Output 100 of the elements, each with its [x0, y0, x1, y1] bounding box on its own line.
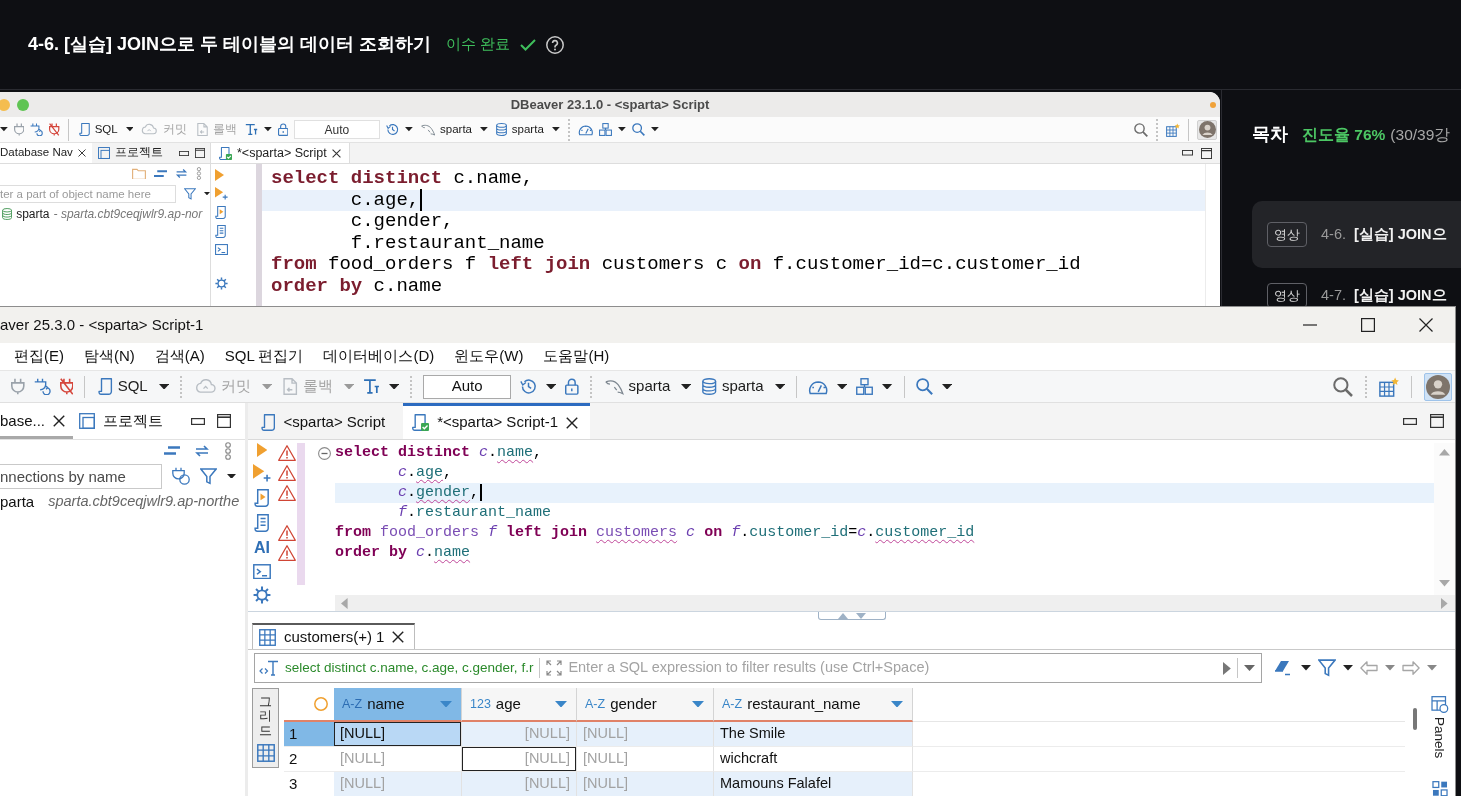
more-icon[interactable]	[223, 442, 232, 460]
column-header[interactable]: 123 age	[462, 688, 577, 722]
text-format-icon[interactable]	[244, 123, 258, 136]
caret-icon[interactable]	[774, 383, 785, 390]
plug-icon[interactable]	[172, 467, 190, 485]
plug-icon[interactable]	[11, 378, 25, 395]
caret-icon[interactable]	[618, 127, 626, 132]
profile-button[interactable]	[1424, 372, 1452, 401]
run-plus-icon[interactable]	[215, 187, 228, 200]
lock-icon[interactable]	[565, 378, 579, 395]
caret-icon[interactable]	[1343, 665, 1353, 671]
column-header[interactable]: A-Z gender	[577, 688, 714, 722]
filter-icon[interactable]	[200, 467, 217, 485]
script-run-icon[interactable]	[215, 206, 227, 219]
filter-field[interactable]: Enter a SQL expression to filter results (use Ctrl+Space)	[568, 657, 1218, 679]
terminal-icon[interactable]	[215, 244, 228, 256]
close-icon[interactable]	[566, 416, 579, 429]
run-icon[interactable]	[1223, 661, 1231, 675]
transaction-mode-field[interactable]: Auto	[293, 120, 380, 139]
filter-bar[interactable]: select distinct c.name, c.age, c.gender, f.r Enter a SQL expression to filter results (use Ctrl+Space)	[254, 653, 1262, 683]
result-tab[interactable]: customers(+) 1	[252, 623, 416, 649]
menu-item[interactable]: 검색(A)	[154, 345, 205, 368]
caret-icon[interactable]	[227, 473, 236, 479]
tree-item[interactable]: parta	[0, 490, 35, 514]
caret-icon[interactable]	[404, 127, 413, 132]
filter-icon[interactable]	[184, 187, 196, 200]
panel-tab[interactable]: 프로젝트	[91, 143, 169, 163]
fold-icon[interactable]	[318, 446, 331, 460]
scroll-thumb[interactable]	[1412, 708, 1417, 730]
script-run-icon[interactable]	[254, 489, 270, 507]
caret-icon[interactable]	[837, 383, 848, 390]
caret-icon[interactable]	[263, 127, 272, 132]
ai-button[interactable]: AI	[254, 539, 270, 557]
sql-editor-button[interactable]: SQL	[96, 375, 150, 398]
grid-view-tab[interactable]: 그리드	[252, 688, 279, 768]
table-star-icon[interactable]	[1379, 376, 1399, 397]
maximize-icon[interactable]	[217, 414, 231, 428]
close-icon[interactable]	[392, 631, 405, 643]
maximize-icon[interactable]	[1201, 147, 1212, 159]
connection-selector[interactable]: sparta	[418, 120, 474, 139]
search-icon[interactable]	[1333, 376, 1353, 397]
boxes-icon[interactable]	[599, 123, 613, 136]
maximize-icon[interactable]	[1430, 414, 1444, 428]
text-format-icon[interactable]	[362, 378, 380, 395]
schema-selector[interactable]: sparta	[493, 120, 546, 139]
gear-icon[interactable]	[253, 586, 271, 605]
caret-icon[interactable]	[882, 383, 893, 390]
caret-icon[interactable]	[941, 383, 952, 390]
close-icon[interactable]	[77, 149, 86, 157]
back-arrow-icon[interactable]	[1360, 661, 1378, 675]
editor-tab[interactable]: <sparta> Script	[252, 403, 398, 439]
minimize-icon[interactable]	[179, 150, 189, 156]
link-arrows-icon[interactable]	[175, 167, 189, 180]
caret-icon[interactable]	[0, 127, 8, 132]
plug-refresh-icon[interactable]	[33, 378, 51, 395]
history-icon[interactable]	[385, 123, 399, 136]
panel-tab[interactable]: base...	[0, 403, 74, 439]
connection-selector[interactable]: sparta	[602, 375, 673, 398]
filter-field[interactable]: nnections by name	[0, 463, 162, 489]
lesson-item[interactable]: 영상 4-6. [실습] JOIN으	[1252, 201, 1461, 268]
lock-icon[interactable]	[277, 123, 288, 136]
search-icon[interactable]	[632, 123, 645, 136]
forward-arrow-icon[interactable]	[1402, 661, 1420, 675]
close-icon[interactable]	[53, 415, 66, 427]
plug-disconnect-icon[interactable]	[49, 123, 60, 136]
transaction-mode-field[interactable]: Auto	[423, 374, 512, 399]
sql-editor-button[interactable]: SQL	[76, 120, 120, 139]
panel-tab[interactable]: 프로젝트	[73, 403, 172, 439]
editor-tab[interactable]: *<sparta> Script	[211, 143, 350, 163]
menu-item[interactable]: 윈도우(W)	[454, 345, 524, 368]
gear-icon[interactable]	[215, 277, 228, 291]
minimize-icon[interactable]	[1182, 150, 1193, 156]
run-plus-icon[interactable]	[253, 464, 271, 482]
gauge-icon[interactable]	[807, 378, 829, 395]
plug-refresh-icon[interactable]	[30, 123, 44, 136]
panels-button[interactable]: Panels	[1432, 717, 1447, 759]
schema-selector[interactable]: sparta	[700, 375, 766, 398]
filter-field[interactable]: ter a part of object name here	[0, 184, 176, 203]
plug-icon[interactable]	[13, 123, 25, 136]
menu-item[interactable]: 데이터베이스(D)	[323, 345, 435, 368]
search-icon[interactable]	[1134, 122, 1148, 137]
editor-tab[interactable]: *<sparta> Script-1	[403, 403, 591, 439]
minimize-icon[interactable]	[1403, 417, 1417, 425]
more-icon[interactable]	[196, 167, 202, 180]
column-header[interactable]: A-Z name	[334, 688, 462, 722]
minimize-icon[interactable]	[191, 417, 205, 425]
tree-item[interactable]: sparta	[16, 205, 50, 223]
expand-icon[interactable]	[546, 660, 563, 676]
caret-icon[interactable]	[551, 127, 560, 132]
table-star-icon[interactable]	[1166, 122, 1180, 137]
maximize-icon[interactable]	[195, 148, 205, 158]
caret-icon[interactable]	[480, 127, 488, 132]
collapse-icon[interactable]	[163, 446, 180, 456]
caret-icon[interactable]	[681, 383, 692, 390]
script-list-icon[interactable]	[254, 514, 270, 532]
menu-item[interactable]: 도움말(H)	[543, 345, 610, 368]
menu-item[interactable]: 편집(E)	[14, 345, 64, 368]
layout-icon[interactable]	[1431, 780, 1448, 796]
caret-icon[interactable]	[125, 127, 134, 132]
caret-icon[interactable]	[388, 383, 400, 390]
